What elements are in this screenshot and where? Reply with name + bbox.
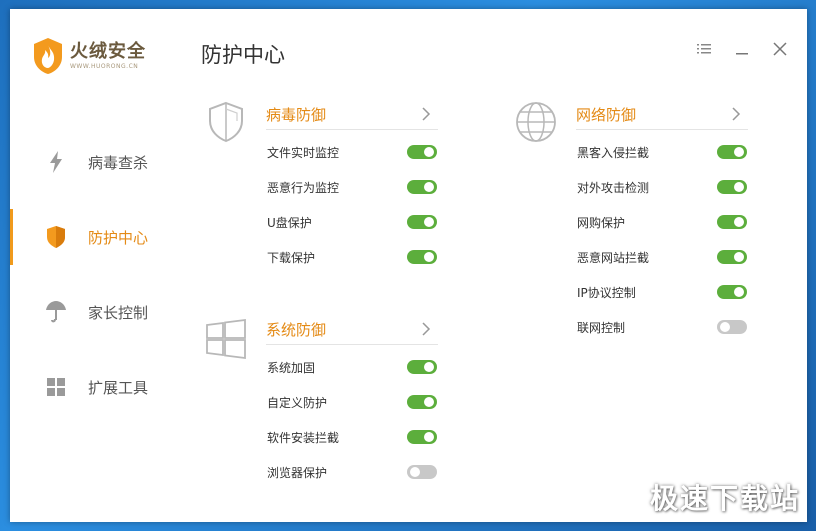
setting-label: 恶意行为监控	[267, 180, 340, 195]
setting-label: 下载保护	[267, 250, 316, 265]
menu-icon	[697, 44, 711, 54]
setting-label: 网购保护	[577, 215, 626, 230]
list-item: 文件实时监控	[267, 142, 437, 162]
close-button[interactable]	[770, 39, 790, 59]
toggle-switch[interactable]	[717, 320, 747, 334]
section-title: 病毒防御	[266, 105, 327, 124]
setting-label: 黑客入侵拦截	[577, 145, 650, 160]
sidebar-item-label: 家长控制	[88, 303, 149, 322]
setting-label: 文件实时监控	[267, 145, 340, 160]
list-item: 自定义防护	[267, 392, 437, 412]
lightning-icon	[46, 151, 66, 173]
close-icon	[773, 42, 787, 56]
toggle-switch[interactable]	[717, 180, 747, 194]
setting-label: 恶意网站拦截	[577, 250, 650, 265]
menu-button[interactable]	[694, 39, 714, 59]
setting-label: 联网控制	[577, 320, 626, 335]
list-item: 下载保护	[267, 247, 437, 267]
minimize-icon	[736, 53, 748, 55]
section-title: 系统防御	[266, 320, 327, 339]
sidebar-item-label: 扩展工具	[88, 378, 149, 397]
setting-label: IP协议控制	[577, 285, 636, 300]
list-item: 恶意网站拦截	[577, 247, 747, 267]
toggle-switch[interactable]	[407, 180, 437, 194]
shield-icon	[46, 226, 66, 248]
list-item: 恶意行为监控	[267, 177, 437, 197]
chevron-right-icon	[422, 107, 431, 121]
toggle-switch[interactable]	[717, 285, 747, 299]
windows-icon	[206, 318, 246, 360]
shield-outline-icon	[209, 101, 243, 143]
list-item: 系统加固	[267, 357, 437, 377]
list-item: IP协议控制	[577, 282, 747, 302]
chevron-right-icon	[422, 322, 431, 336]
toggle-switch[interactable]	[407, 430, 437, 444]
sidebar-item-protection-center[interactable]: 防护中心	[10, 209, 190, 265]
list-item: 联网控制	[577, 317, 747, 337]
setting-label: 系统加固	[267, 360, 316, 375]
list-item: 对外攻击检测	[577, 177, 747, 197]
section-virus-defense[interactable]: 病毒防御	[266, 99, 438, 130]
sidebar-item-label: 病毒查杀	[88, 153, 149, 172]
section-system-defense[interactable]: 系统防御	[266, 314, 438, 345]
toggle-switch[interactable]	[407, 215, 437, 229]
minimize-button[interactable]	[732, 39, 752, 59]
list-item: U盘保护	[267, 212, 437, 232]
setting-label: 自定义防护	[267, 395, 328, 410]
umbrella-icon	[46, 301, 66, 323]
setting-label: 浏览器保护	[267, 465, 328, 480]
list-item: 黑客入侵拦截	[577, 142, 747, 162]
section-title: 网络防御	[576, 105, 637, 124]
page-title: 防护中心	[201, 43, 285, 67]
list-item: 浏览器保护	[267, 462, 437, 482]
globe-icon	[516, 102, 556, 142]
toggle-switch[interactable]	[717, 145, 747, 159]
app-logo: 火绒安全 WWW.HUORONG.CN	[32, 37, 146, 75]
sidebar-item-extension-tools[interactable]: 扩展工具	[10, 359, 190, 415]
grid-icon	[46, 377, 66, 397]
sidebar-item-parental-control[interactable]: 家长控制	[10, 284, 190, 340]
sidebar-item-label: 防护中心	[88, 228, 149, 247]
sidebar-item-virus-scan[interactable]: 病毒查杀	[10, 134, 190, 190]
toggle-switch[interactable]	[407, 145, 437, 159]
toggle-switch[interactable]	[407, 395, 437, 409]
toggle-switch[interactable]	[407, 465, 437, 479]
toggle-switch[interactable]	[717, 250, 747, 264]
toggle-switch[interactable]	[407, 250, 437, 264]
setting-label: U盘保护	[267, 215, 312, 230]
watermark-text: 极速下载站	[649, 482, 800, 515]
main-window: 火绒安全 WWW.HUORONG.CN 病毒查杀 防护中心 家长控制 扩展工具 …	[10, 9, 807, 522]
list-item: 网购保护	[577, 212, 747, 232]
setting-label: 对外攻击检测	[577, 180, 650, 195]
setting-label: 软件安装拦截	[267, 430, 340, 445]
toggle-switch[interactable]	[407, 360, 437, 374]
chevron-right-icon	[732, 107, 741, 121]
flame-logo-icon	[34, 38, 62, 74]
toggle-switch[interactable]	[717, 215, 747, 229]
logo-title: 火绒安全	[70, 40, 146, 62]
list-item: 软件安装拦截	[267, 427, 437, 447]
logo-subtitle: WWW.HUORONG.CN	[70, 62, 139, 70]
section-network-defense[interactable]: 网络防御	[576, 99, 748, 130]
